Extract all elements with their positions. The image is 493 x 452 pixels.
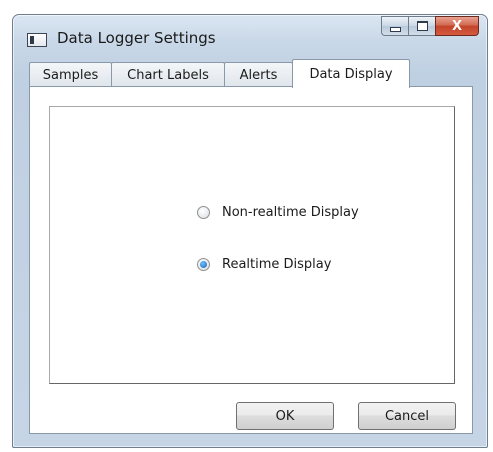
close-icon: X <box>451 18 463 34</box>
realtime-display-label: Realtime Display <box>222 257 332 272</box>
non-realtime-display-option[interactable]: Non-realtime Display <box>197 205 359 220</box>
minimize-icon <box>389 26 401 32</box>
tab-chart-labels[interactable]: Chart Labels <box>111 62 225 87</box>
cancel-button[interactable]: Cancel <box>358 402 456 430</box>
tab-label: Data Display <box>309 66 393 82</box>
app-window-icon <box>27 33 47 47</box>
minimize-button[interactable] <box>381 16 408 36</box>
realtime-display-option[interactable]: Realtime Display <box>197 257 331 272</box>
non-realtime-display-radio[interactable] <box>197 206 210 219</box>
tab-samples[interactable]: Samples <box>29 62 112 87</box>
maximize-button[interactable] <box>408 16 435 36</box>
ok-button[interactable]: OK <box>236 402 334 430</box>
non-realtime-display-label: Non-realtime Display <box>222 205 359 220</box>
tab-label: Samples <box>42 67 99 83</box>
tab-label: Alerts <box>239 67 278 83</box>
tab-strip: Samples Chart Labels Alerts Data Display <box>29 59 410 88</box>
tab-alerts[interactable]: Alerts <box>224 62 293 87</box>
tab-panel-data-display: Non-realtime Display Realtime Display OK… <box>29 86 473 434</box>
tab-label: Chart Labels <box>127 67 209 83</box>
data-logger-settings-window: Data Logger Settings X Samples Chart Lab… <box>12 14 488 448</box>
close-button[interactable]: X <box>435 16 479 36</box>
window-title: Data Logger Settings <box>57 29 216 47</box>
tab-data-display[interactable]: Data Display <box>292 59 410 88</box>
caption-buttons: X <box>381 16 479 38</box>
realtime-display-radio[interactable] <box>197 258 210 271</box>
display-options-group: Non-realtime Display Realtime Display <box>49 106 455 384</box>
maximize-icon <box>416 21 428 31</box>
title-bar[interactable]: Data Logger Settings X <box>13 15 487 59</box>
